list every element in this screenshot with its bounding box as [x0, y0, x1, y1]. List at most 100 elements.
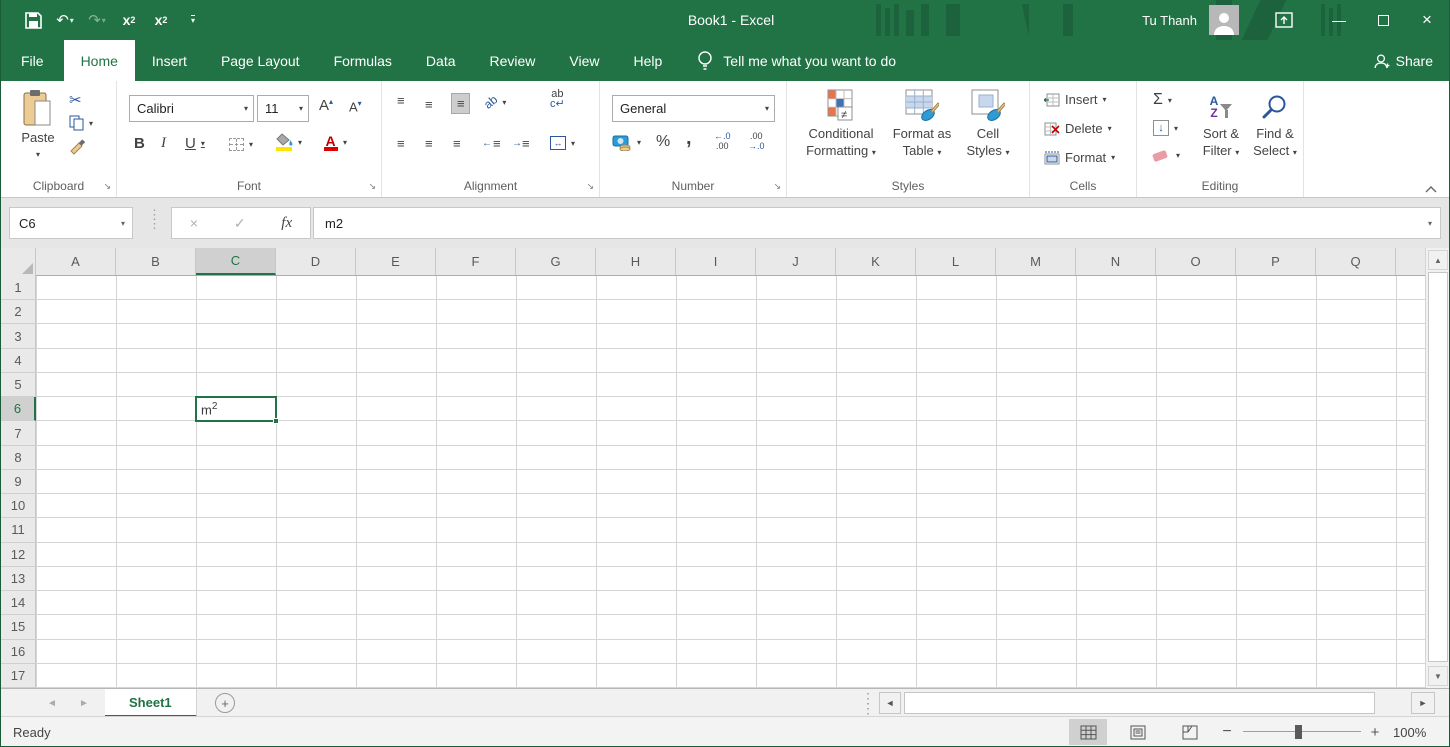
- subscript-button[interactable]: x2: [116, 6, 142, 34]
- column-header-F[interactable]: F: [436, 248, 516, 275]
- hscroll-left-button[interactable]: ◄: [879, 692, 901, 714]
- row-header-4[interactable]: 4: [1, 348, 36, 373]
- column-header-C[interactable]: C: [196, 248, 276, 275]
- tab-review[interactable]: Review: [473, 40, 553, 81]
- format-as-table-button[interactable]: Format as Table ▾: [889, 89, 955, 161]
- sheet-nav-prev[interactable]: ◄: [47, 689, 57, 717]
- fill-handle[interactable]: [273, 418, 279, 424]
- dropdown-arrow-icon[interactable]: ▾: [502, 98, 506, 107]
- row-header-7[interactable]: 7: [1, 421, 36, 446]
- row-cells[interactable]: [36, 494, 1427, 519]
- column-header-A[interactable]: A: [36, 248, 116, 275]
- hscroll-right-button[interactable]: ►: [1411, 692, 1435, 714]
- decrease-decimal-button[interactable]: .00 →.0: [748, 131, 765, 151]
- column-header-E[interactable]: E: [356, 248, 436, 275]
- formula-bar-splitter[interactable]: ⋮ ⋮: [148, 208, 161, 230]
- tab-page-layout[interactable]: Page Layout: [204, 40, 317, 81]
- minimize-button[interactable]: —: [1317, 0, 1361, 40]
- font-color-button[interactable]: A ▾: [323, 133, 347, 151]
- row-cells[interactable]: [36, 324, 1427, 349]
- avatar[interactable]: [1209, 5, 1239, 35]
- vertical-scrollbar[interactable]: ▲ ▼: [1425, 248, 1449, 688]
- fill-color-button[interactable]: ▾: [275, 133, 302, 151]
- shrink-font-button[interactable]: A▾: [349, 99, 362, 114]
- save-button[interactable]: [20, 6, 46, 34]
- autosum-button[interactable]: Σ ▾: [1153, 91, 1172, 109]
- row-cells[interactable]: [36, 300, 1427, 325]
- clear-button[interactable]: ▾: [1152, 149, 1180, 162]
- close-button[interactable]: ×: [1405, 0, 1449, 40]
- row-cells[interactable]: [36, 591, 1427, 616]
- percent-style-button[interactable]: %: [656, 133, 670, 151]
- comma-style-button[interactable]: ,: [686, 127, 692, 150]
- format-cells-button[interactable]: Format ▾: [1044, 150, 1115, 165]
- row-cells[interactable]: [36, 469, 1427, 495]
- font-name-combo[interactable]: Calibri ▾: [129, 95, 254, 122]
- cut-button[interactable]: ✂: [69, 91, 82, 109]
- superscript-button[interactable]: x2: [148, 6, 174, 34]
- column-header-N[interactable]: N: [1076, 248, 1156, 275]
- customize-qat-button[interactable]: ▾: [180, 6, 206, 34]
- row-cells[interactable]: [36, 542, 1427, 567]
- sheet-tab-sheet1[interactable]: Sheet1: [105, 689, 197, 717]
- insert-function-button[interactable]: fx: [281, 215, 292, 232]
- row-cells[interactable]: [36, 566, 1427, 592]
- dropdown-arrow-icon[interactable]: ▾: [1174, 124, 1178, 133]
- dropdown-arrow-icon[interactable]: ▾: [249, 140, 253, 149]
- tab-formulas[interactable]: Formulas: [317, 40, 409, 81]
- tab-scrollbar-splitter[interactable]: ⋮ ⋮: [861, 691, 875, 715]
- row-header-15[interactable]: 15: [1, 615, 36, 640]
- accounting-format-button[interactable]: ▾: [612, 134, 641, 151]
- wrap-text-button[interactable]: ab c↵: [550, 89, 565, 110]
- row-header-16[interactable]: 16: [1, 639, 36, 664]
- dropdown-arrow-icon[interactable]: ▾: [121, 219, 125, 228]
- row-cells[interactable]: [36, 518, 1427, 543]
- increase-decimal-button[interactable]: ←.0 .00: [714, 131, 731, 151]
- row-cells[interactable]: [36, 421, 1427, 446]
- row-header-5[interactable]: 5: [1, 372, 36, 398]
- dropdown-arrow-icon[interactable]: ▾: [343, 138, 347, 147]
- scroll-down-button[interactable]: ▼: [1428, 666, 1448, 686]
- undo-button[interactable]: ↶ ▾: [52, 6, 78, 34]
- row-header-17[interactable]: 17: [1, 663, 36, 688]
- copy-button[interactable]: ▾: [69, 115, 93, 131]
- dropdown-arrow-icon[interactable]: ▾: [244, 104, 248, 113]
- dropdown-arrow-icon[interactable]: ▾: [1176, 151, 1180, 160]
- zoom-level[interactable]: 100%: [1393, 717, 1426, 747]
- row-header-6[interactable]: 6: [1, 397, 36, 422]
- insert-cells-button[interactable]: Insert ▾: [1044, 92, 1107, 107]
- align-left-button[interactable]: ≡: [397, 136, 405, 151]
- dropdown-arrow-icon[interactable]: ▾: [298, 138, 302, 147]
- underline-button[interactable]: U ▾: [185, 135, 205, 152]
- row-cells[interactable]: [36, 615, 1427, 640]
- formula-input[interactable]: m2 ▾: [313, 207, 1441, 239]
- selected-cell[interactable]: m2: [195, 396, 279, 424]
- dialog-launcher-icon[interactable]: ↘: [586, 181, 594, 192]
- merge-center-button[interactable]: ↔ ▾: [550, 136, 575, 150]
- scroll-up-button[interactable]: ▲: [1428, 250, 1448, 270]
- dropdown-arrow-icon[interactable]: ▾: [102, 16, 106, 25]
- dropdown-arrow-icon[interactable]: ▾: [201, 139, 205, 148]
- tab-help[interactable]: Help: [617, 40, 680, 81]
- number-format-combo[interactable]: General ▾: [612, 95, 775, 122]
- row-header-12[interactable]: 12: [1, 542, 36, 567]
- column-header-H[interactable]: H: [596, 248, 676, 275]
- tab-insert[interactable]: Insert: [135, 40, 204, 81]
- zoom-slider-thumb[interactable]: [1295, 725, 1302, 739]
- bold-button[interactable]: B: [134, 135, 145, 152]
- column-header-K[interactable]: K: [836, 248, 916, 275]
- row-cells[interactable]: [36, 372, 1427, 398]
- page-break-view-button[interactable]: [1171, 719, 1209, 745]
- horizontal-scroll-thumb[interactable]: [904, 692, 1375, 714]
- align-right-button[interactable]: ≡: [453, 136, 461, 151]
- collapse-ribbon-button[interactable]: [1425, 185, 1437, 193]
- middle-align-button[interactable]: ≡: [425, 97, 433, 112]
- dropdown-arrow-icon[interactable]: ▾: [1168, 96, 1172, 105]
- new-sheet-button[interactable]: +: [215, 693, 235, 713]
- zoom-slider-track[interactable]: [1243, 731, 1361, 732]
- borders-button[interactable]: ▾: [229, 138, 253, 151]
- top-align-button[interactable]: ≡: [397, 93, 405, 108]
- cell-styles-button[interactable]: Cell Styles ▾: [957, 89, 1019, 161]
- fill-button[interactable]: ↓ ▾: [1153, 120, 1178, 136]
- share-button[interactable]: Share: [1373, 40, 1433, 81]
